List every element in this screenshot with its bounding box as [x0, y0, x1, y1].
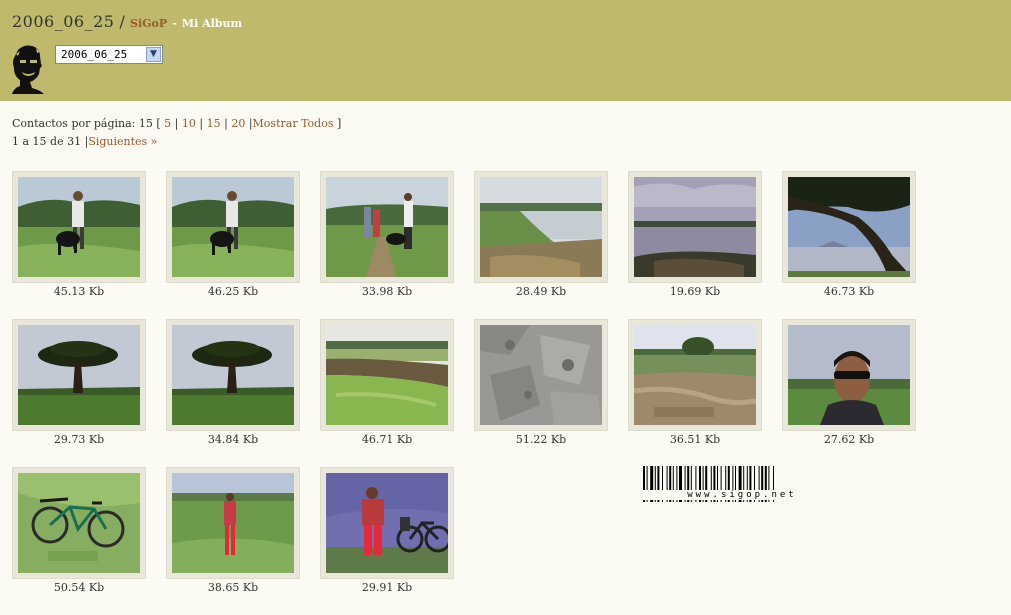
photo-thumbnail[interactable]: [12, 171, 146, 283]
photo-thumbnail[interactable]: [12, 467, 146, 579]
photo-image[interactable]: [480, 177, 602, 277]
photo-thumbnail[interactable]: [782, 319, 916, 431]
photo-file-size: 38.65 Kb: [207, 581, 259, 594]
next-page-link[interactable]: Siguientes »: [88, 135, 157, 148]
photo-file-size: 27.62 Kb: [823, 433, 875, 446]
photo-image[interactable]: [480, 325, 602, 425]
show-all-link[interactable]: Mostrar Todos: [253, 117, 334, 130]
pipe-separator: |: [224, 117, 228, 130]
photo-thumbnail[interactable]: [166, 171, 300, 283]
bracket-close: ]: [336, 117, 342, 130]
per-page-5-link[interactable]: 5: [164, 117, 171, 130]
photo-file-size: 46.25 Kb: [207, 285, 259, 298]
chevron-down-icon[interactable]: ▼: [146, 47, 161, 62]
pipe-separator: |: [199, 117, 204, 130]
photo-image[interactable]: [18, 325, 140, 425]
photo-image[interactable]: [172, 177, 294, 277]
title-dash: -: [172, 17, 177, 30]
photo-file-size: 19.69 Kb: [669, 285, 721, 298]
photo-thumbnail[interactable]: [320, 171, 454, 283]
photo-image[interactable]: [326, 473, 448, 573]
photo-file-size: 45.13 Kb: [53, 285, 105, 298]
page-header: 2006_06_25 / SiGoP - Mi Album 2006_06_25…: [0, 0, 1011, 101]
title-separator: /: [119, 12, 125, 31]
photo-image[interactable]: [634, 325, 756, 425]
brand-link[interactable]: SiGoP: [130, 17, 167, 30]
photo-thumbnail[interactable]: [628, 319, 762, 431]
photo-thumbnail[interactable]: [320, 467, 454, 579]
per-page-row: Contactos por página: 15 [ 5 | 10 | 15 |…: [12, 115, 341, 133]
photo-thumbnail[interactable]: [782, 171, 916, 283]
per-page-current: 15: [138, 117, 153, 130]
photo-image[interactable]: [172, 473, 294, 573]
photo-thumbnail[interactable]: [166, 467, 300, 579]
sigop-face-logo-icon: [12, 45, 44, 94]
photo-image[interactable]: [172, 325, 294, 425]
photo-thumbnail[interactable]: [474, 171, 608, 283]
bracket-open: [: [156, 117, 161, 130]
per-page-label: Contactos por página:: [12, 117, 136, 130]
photo-image[interactable]: [326, 325, 448, 425]
photo-thumbnail[interactable]: [474, 319, 608, 431]
pagination: Contactos por página: 15 [ 5 | 10 | 15 |…: [12, 115, 341, 151]
album-date-title: 2006_06_25: [12, 12, 115, 31]
album-select-value: 2006_06_25: [61, 48, 128, 61]
photo-image[interactable]: [18, 177, 140, 277]
photo-file-size: 50.54 Kb: [53, 581, 105, 594]
photo-image[interactable]: [788, 177, 910, 277]
photo-image[interactable]: [18, 473, 140, 573]
photo-thumbnail[interactable]: [166, 319, 300, 431]
photo-file-size: 36.51 Kb: [669, 433, 721, 446]
photo-file-size: 28.49 Kb: [515, 285, 567, 298]
photo-thumbnail[interactable]: [628, 171, 762, 283]
range-row: 1 a 15 de 31 |Siguientes »: [12, 133, 341, 151]
photo-thumbnail[interactable]: [12, 319, 146, 431]
per-page-15-link[interactable]: 15: [207, 117, 221, 130]
photo-file-size: 51.22 Kb: [515, 433, 567, 446]
per-page-10-link[interactable]: 10: [182, 117, 196, 130]
photo-image[interactable]: [634, 177, 756, 277]
photo-file-size: 33.98 Kb: [361, 285, 413, 298]
photo-thumbnail[interactable]: [320, 319, 454, 431]
photo-file-size: 29.91 Kb: [361, 581, 413, 594]
photo-image[interactable]: [788, 325, 910, 425]
photo-file-size: 46.73 Kb: [823, 285, 875, 298]
photo-file-size: 29.73 Kb: [53, 433, 105, 446]
album-name: Mi Album: [181, 17, 243, 30]
album-select[interactable]: 2006_06_25 ▼: [55, 45, 163, 64]
photo-file-size: 34.84 Kb: [207, 433, 259, 446]
per-page-20-link[interactable]: 20: [231, 117, 245, 130]
pipe-separator: |: [174, 117, 179, 130]
photo-image[interactable]: [326, 177, 448, 277]
barcode-text: www.sigop.net: [643, 490, 841, 500]
photo-file-size: 46.71 Kb: [361, 433, 413, 446]
range-text: 1 a 15 de 31: [12, 135, 82, 148]
page-title: 2006_06_25 / SiGoP - Mi Album: [12, 12, 242, 31]
